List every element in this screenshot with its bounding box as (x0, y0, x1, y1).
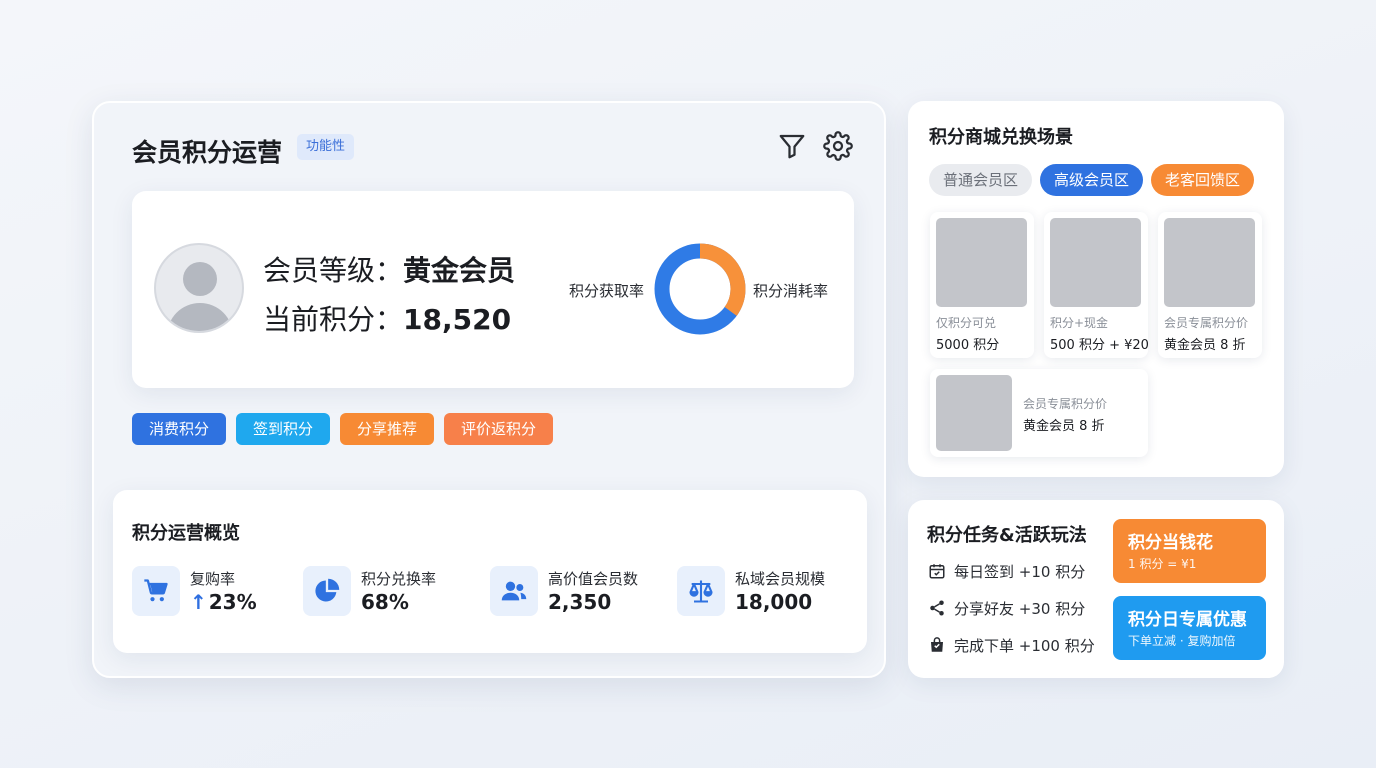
promo-title: 积分当钱花 (1128, 533, 1213, 553)
metric-value: ↑ 23% (190, 590, 257, 614)
member-info-card: 会员等级：黄金会员 当前积分：18,520 积分获取率 积分消耗率 (132, 191, 854, 388)
product-price: 500 积分 + ¥20 (1050, 338, 1149, 353)
pie-chart-icon (303, 566, 351, 616)
calendar-check-icon (929, 564, 945, 579)
member-points-value: 18,520 (403, 303, 512, 336)
page-title: 会员积分运营 (132, 138, 283, 167)
metric-value: 68% (361, 590, 409, 614)
promo-points-day-offer[interactable]: 积分日专属优惠 下单立减 · 复购加倍 (1113, 596, 1266, 660)
product-image (936, 218, 1027, 307)
product-price: 黄金会员 8 折 (1023, 419, 1105, 434)
promo-title: 积分日专属优惠 (1128, 610, 1247, 630)
member-points: 当前积分：18,520 (263, 298, 511, 338)
task-daily-checkin[interactable]: 每日签到 +10 积分 (928, 560, 1085, 582)
product-card[interactable]: 仅积分可兑 5000 积分 (930, 212, 1034, 358)
scale-icon (677, 566, 725, 616)
member-level: 会员等级：黄金会员 (263, 249, 515, 289)
metric-label: 高价值会员数 (548, 570, 639, 588)
product-image (1164, 218, 1255, 307)
product-card[interactable]: 积分+现金 500 积分 + ¥20 (1044, 212, 1149, 358)
donut-right-label: 积分消耗率 (753, 282, 829, 300)
product-subtitle: 仅积分可兑 (936, 316, 997, 330)
product-image (936, 375, 1012, 451)
metric-label: 私域会员规模 (735, 570, 826, 588)
task-share-friend[interactable]: 分享好友 +30 积分 (928, 597, 1085, 619)
function-tag: 功能性 (297, 134, 355, 160)
avatar-body (167, 303, 233, 331)
task-label: 完成下单 +100 积分 (954, 636, 1095, 655)
points-donut-chart (654, 243, 746, 335)
gear-icon[interactable] (823, 131, 853, 161)
member-level-value: 黄金会员 (403, 254, 516, 287)
share-icon (930, 600, 944, 616)
product-image (1050, 218, 1141, 307)
tag-review-points[interactable]: 评价返积分 (444, 413, 554, 445)
avatar-head (183, 262, 217, 296)
mall-title: 积分商城兑换场景 (929, 127, 1073, 148)
product-card[interactable]: 会员专属积分价 黄金会员 8 折 (930, 369, 1148, 457)
shopping-bag-icon (931, 637, 943, 652)
users-icon (490, 566, 538, 616)
metric-value: 2,350 (548, 590, 612, 614)
avatar (154, 243, 244, 333)
product-subtitle: 积分+现金 (1050, 316, 1109, 330)
metric-label: 复购率 (190, 570, 236, 588)
task-complete-order[interactable]: 完成下单 +100 积分 (928, 634, 1095, 656)
points-source-tags: 消费积分 签到积分 分享推荐 评价返积分 (132, 413, 554, 445)
zone-tabs: 普通会员区 高级会员区 老客回馈区 (929, 164, 1255, 196)
tab-regular-member-zone[interactable]: 普通会员区 (929, 164, 1033, 196)
promo-subtitle: 1 积分 = ¥1 (1128, 557, 1197, 571)
member-level-label: 会员等级： (263, 254, 404, 287)
metric-label: 积分兑换率 (361, 570, 437, 588)
product-price: 5000 积分 (936, 338, 1000, 353)
product-subtitle: 会员专属积分价 (1023, 397, 1108, 411)
shopping-cart-icon (132, 566, 180, 616)
tab-loyal-customer-zone[interactable]: 老客回馈区 (1151, 164, 1255, 196)
product-price: 黄金会员 8 折 (1164, 338, 1246, 353)
tag-share-referral[interactable]: 分享推荐 (340, 413, 435, 445)
task-label: 分享好友 +30 积分 (954, 599, 1086, 618)
product-card[interactable]: 会员专属积分价 黄金会员 8 折 (1158, 212, 1262, 358)
donut-left-label: 积分获取率 (569, 282, 645, 300)
points-mall-panel: 积分商城兑换场景 普通会员区 高级会员区 老客回馈区 仅积分可兑 5000 积分… (908, 101, 1284, 477)
promo-points-as-cash[interactable]: 积分当钱花 1 积分 = ¥1 (1113, 519, 1266, 583)
up-arrow-icon: ↑ (190, 590, 207, 614)
product-subtitle: 会员专属积分价 (1164, 316, 1249, 330)
task-label: 每日签到 +10 积分 (954, 562, 1086, 581)
filter-icon[interactable] (777, 131, 807, 161)
tag-consume-points[interactable]: 消费积分 (132, 413, 227, 445)
tag-checkin-points[interactable]: 签到积分 (236, 413, 331, 445)
promo-subtitle: 下单立减 · 复购加倍 (1128, 634, 1236, 648)
member-points-panel: 会员积分运营 功能性 会员等级：黄金会员 当前积分：18,520 积分获取率 积… (92, 101, 886, 678)
points-overview-card: 积分运营概览 复购率 ↑23% 积分兑换率 68% 高价值会员数 2,350 (113, 490, 867, 653)
tasks-title: 积分任务&活跃玩法 (927, 525, 1087, 546)
tab-premium-member-zone[interactable]: 高级会员区 (1040, 164, 1144, 196)
overview-title: 积分运营概览 (132, 523, 240, 544)
points-tasks-panel: 积分任务&活跃玩法 每日签到 +10 积分 分享好友 +30 积分 完成下单 +… (908, 500, 1284, 678)
member-points-label: 当前积分： (263, 303, 404, 336)
metric-value: 18,000 (735, 590, 813, 614)
